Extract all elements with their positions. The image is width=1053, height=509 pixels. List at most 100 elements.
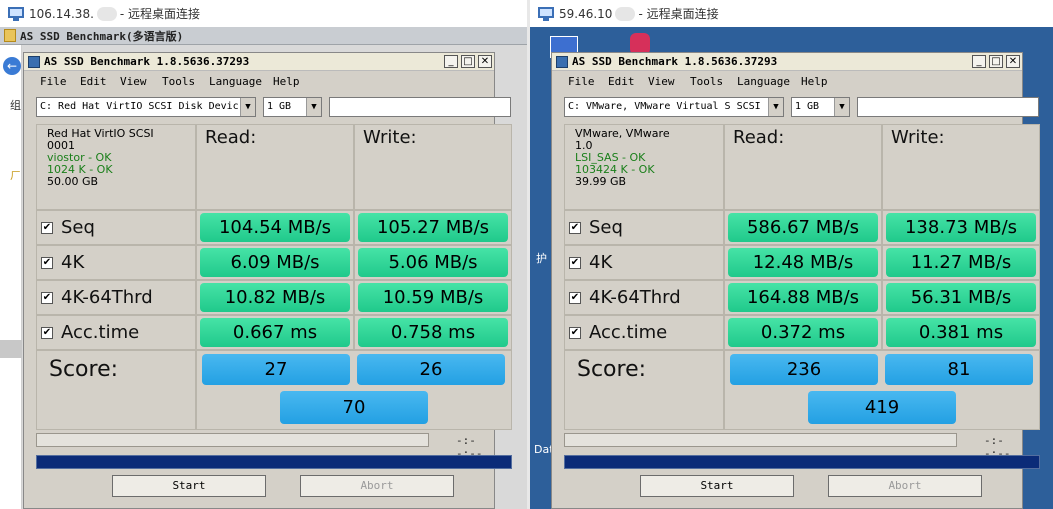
rdp-titlebar[interactable]: 106.14.38. - 远程桌面连接	[0, 0, 527, 27]
row-checkbox[interactable]: ✔	[569, 256, 581, 269]
score-label-cell: Score:	[564, 350, 724, 430]
menu-file[interactable]: File	[40, 75, 67, 88]
rdp-host: 59.46.10	[559, 6, 613, 21]
window-titlebar[interactable]: AS SSD Benchmark 1.8.5636.37293 _ □ ✕	[552, 53, 1022, 71]
row-label: Seq	[589, 217, 623, 238]
menu-edit[interactable]: Edit	[80, 75, 107, 88]
monitor-icon	[538, 6, 554, 21]
menu-file[interactable]: File	[568, 75, 595, 88]
minimize-icon[interactable]: _	[972, 55, 986, 68]
read-cell: 10.82 MB/s	[196, 280, 354, 315]
row-checkbox[interactable]: ✔	[569, 221, 581, 234]
redacted-blur	[96, 6, 117, 21]
4k-64thrd-write-value: 56.31 MB/s	[886, 283, 1036, 312]
progress-bar	[564, 433, 957, 447]
read-cell: 586.67 MB/s	[724, 210, 882, 245]
4k-read-value: 6.09 MB/s	[200, 248, 350, 277]
score-write: 26	[357, 354, 505, 385]
chevron-down-icon[interactable]: ▼	[306, 98, 321, 116]
explorer-selection-strip	[0, 340, 22, 358]
rdp-session-left: 106.14.38. - 远程桌面连接 AS SSD Benchmark(多语言…	[0, 0, 527, 509]
rdp-titlebar[interactable]: 59.46.10 - 远程桌面连接	[530, 0, 1053, 27]
score-total: 419	[808, 391, 956, 424]
abort-button[interactable]: Abort	[828, 475, 982, 497]
read-cell: 164.88 MB/s	[724, 280, 882, 315]
toolbar: C: VMware, VMware Virtual S SCSI ▼ 1 GB ▼	[564, 97, 1039, 118]
write-cell: 105.27 MB/s	[354, 210, 512, 245]
row-checkbox[interactable]: ✔	[41, 221, 53, 234]
menu-edit[interactable]: Edit	[608, 75, 635, 88]
seq-read-value: 104.54 MB/s	[200, 213, 350, 242]
drive-name: VMware, VMware	[575, 127, 670, 140]
write-header: Write:	[354, 124, 512, 210]
menu-help[interactable]: Help	[801, 75, 828, 88]
row-label-4k-64thrd: ✔ 4K-64Thrd	[36, 280, 196, 315]
write-cell: 5.06 MB/s	[354, 245, 512, 280]
redacted-blur	[615, 6, 636, 21]
row-checkbox[interactable]: ✔	[41, 326, 53, 339]
app-icon	[556, 56, 568, 68]
read-cell: 0.372 ms	[724, 315, 882, 350]
write-cell: 11.27 MB/s	[882, 245, 1040, 280]
menu-language[interactable]: Language	[209, 75, 262, 88]
minimize-icon[interactable]: _	[444, 55, 458, 68]
as-ssd-window: AS SSD Benchmark 1.8.5636.37293 _ □ ✕ Fi…	[23, 52, 512, 509]
maximize-icon[interactable]: □	[989, 55, 1003, 68]
read-cell: 104.54 MB/s	[196, 210, 354, 245]
chevron-down-icon[interactable]: ▼	[240, 98, 255, 116]
drive-info: VMware, VMware 1.0 LSI_SAS - OK 103424 K…	[564, 124, 724, 210]
as-ssd-window: AS SSD Benchmark 1.8.5636.37293 _ □ ✕ Fi…	[551, 52, 1040, 509]
drive-info: Red Hat VirtIO SCSI 0001 viostor - OK 10…	[36, 124, 196, 210]
menu-tools[interactable]: Tools	[690, 75, 723, 88]
row-checkbox[interactable]: ✔	[41, 256, 53, 269]
score-cell: 236 81 419	[724, 350, 1040, 430]
maximize-icon[interactable]: □	[461, 55, 475, 68]
write-header: Write:	[882, 124, 1040, 210]
menubar: File Edit View Tools Language Help	[24, 71, 494, 91]
menu-language[interactable]: Language	[737, 75, 790, 88]
row-checkbox[interactable]: ✔	[569, 326, 581, 339]
score-total: 70	[280, 391, 428, 424]
read-header: Read:	[724, 124, 882, 210]
menu-help[interactable]: Help	[273, 75, 300, 88]
4k-64thrd-write-value: 10.59 MB/s	[358, 283, 508, 312]
start-button[interactable]: Start	[640, 475, 794, 497]
row-label: Acc.time	[589, 322, 668, 343]
drive-select[interactable]: C: VMware, VMware Virtual S SCSI ▼	[564, 97, 784, 117]
back-arrow-icon[interactable]: ←	[3, 57, 21, 75]
window-title: AS SSD Benchmark 1.8.5636.37293	[572, 55, 778, 68]
close-icon[interactable]: ✕	[478, 55, 492, 68]
row-label: 4K-64Thrd	[589, 287, 681, 308]
close-icon[interactable]: ✕	[1006, 55, 1020, 68]
4k-64thrd-read-value: 164.88 MB/s	[728, 283, 878, 312]
size-select[interactable]: 1 GB ▼	[263, 97, 322, 117]
acc-time-read-value: 0.372 ms	[728, 318, 878, 347]
4k-write-value: 11.27 MB/s	[886, 248, 1036, 277]
size-select[interactable]: 1 GB ▼	[791, 97, 850, 117]
drive-select[interactable]: C: Red Hat VirtIO SCSI Disk Devic ▼	[36, 97, 256, 117]
blank-field	[329, 97, 511, 117]
acc-time-write-value: 0.758 ms	[358, 318, 508, 347]
row-checkbox[interactable]: ✔	[569, 291, 581, 304]
window-titlebar[interactable]: AS SSD Benchmark 1.8.5636.37293 _ □ ✕	[24, 53, 494, 71]
menu-view[interactable]: View	[120, 75, 147, 88]
acc-time-write-value: 0.381 ms	[886, 318, 1036, 347]
menubar: File Edit View Tools Language Help	[552, 71, 1022, 91]
start-button[interactable]: Start	[112, 475, 266, 497]
chevron-down-icon[interactable]: ▼	[834, 98, 849, 116]
chevron-down-icon[interactable]: ▼	[768, 98, 783, 116]
status-bar	[564, 455, 1040, 469]
row-label-seq: ✔ Seq	[564, 210, 724, 245]
drive-size: 39.99 GB	[575, 175, 627, 188]
progress-bar	[36, 433, 429, 447]
menu-tools[interactable]: Tools	[162, 75, 195, 88]
row-label: 4K-64Thrd	[61, 287, 153, 308]
read-cell: 12.48 MB/s	[724, 245, 882, 280]
score-read: 236	[730, 354, 878, 385]
row-checkbox[interactable]: ✔	[41, 291, 53, 304]
row-label-acc-time: ✔ Acc.time	[564, 315, 724, 350]
rdp-title-text: - 远程桌面连接	[638, 7, 719, 21]
read-header: Read:	[196, 124, 354, 210]
abort-button[interactable]: Abort	[300, 475, 454, 497]
menu-view[interactable]: View	[648, 75, 675, 88]
